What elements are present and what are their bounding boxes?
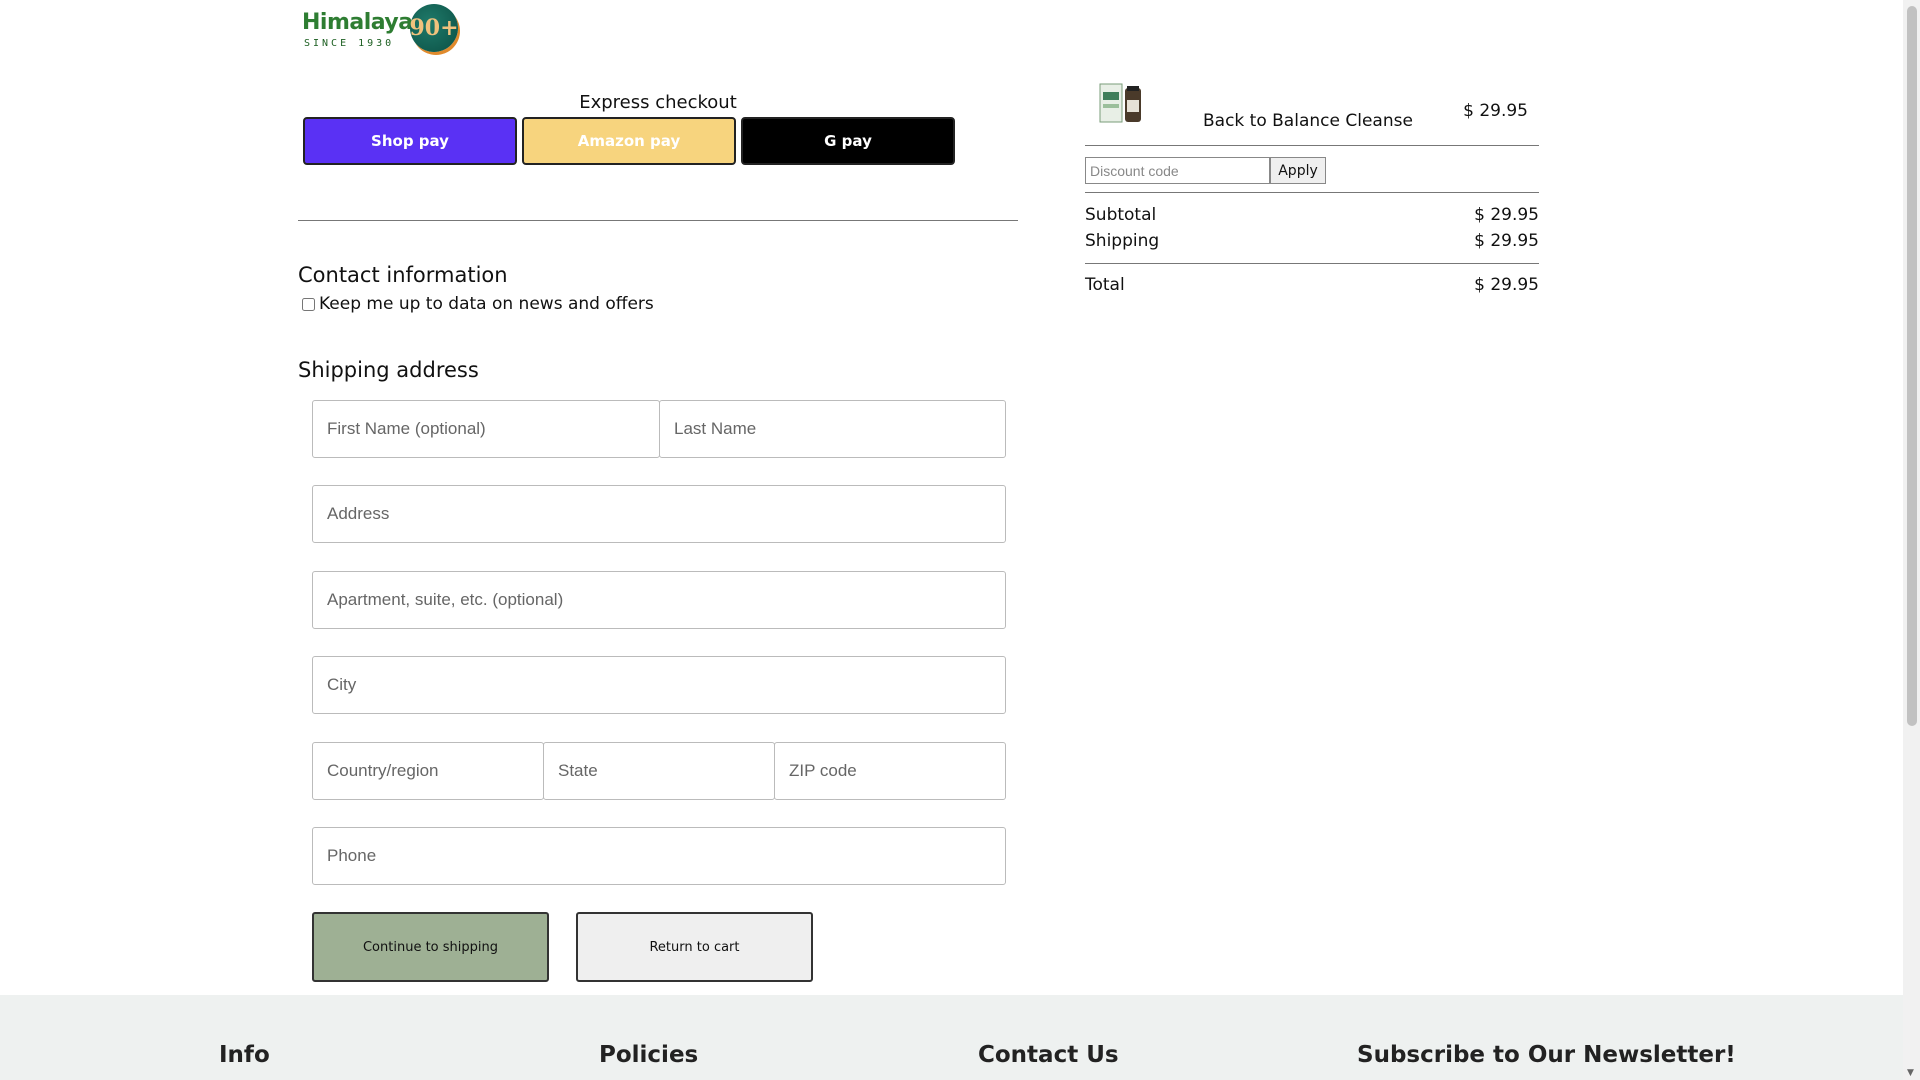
footer-newsletter-heading: Subscribe to Our Newsletter!: [1357, 1042, 1736, 1068]
shipping-label: Shipping: [1085, 231, 1160, 251]
address-field[interactable]: [312, 485, 1006, 543]
footer-info-heading: Info: [219, 1042, 270, 1068]
section-divider: [298, 220, 1018, 221]
state-field[interactable]: [543, 742, 775, 800]
subtotal-value: $ 29.95: [1474, 205, 1539, 225]
brand-logo[interactable]: Himalaya SINCE 1930 90+: [302, 4, 462, 56]
newsletter-checkbox[interactable]: [302, 297, 315, 311]
scroll-down-arrow-icon[interactable]: ▼: [1907, 1068, 1914, 1078]
product-thumbnail: [1099, 83, 1141, 123]
g-pay-button[interactable]: G pay: [741, 117, 955, 165]
logo-since: SINCE 1930: [304, 38, 395, 49]
discount-code-input[interactable]: [1085, 157, 1270, 184]
shipping-value: $ 29.95: [1474, 231, 1539, 251]
subtotal-label: Subtotal: [1085, 205, 1157, 225]
logo-wordmark: Himalaya: [302, 10, 413, 35]
total-label: Total: [1085, 275, 1125, 295]
summary-divider: [1085, 145, 1539, 146]
apply-discount-button[interactable]: Apply: [1270, 157, 1326, 184]
newsletter-option[interactable]: Keep me up to data on news and offers: [302, 294, 654, 314]
shop-pay-button[interactable]: Shop pay: [303, 117, 517, 165]
page-scrollbar[interactable]: ▼: [1903, 0, 1920, 1080]
product-name: Back to Balance Cleanse: [1203, 111, 1413, 131]
apartment-field[interactable]: [312, 571, 1006, 629]
scrollbar-thumb[interactable]: [1907, 6, 1917, 726]
country-region-field[interactable]: [312, 742, 544, 800]
footer-policies-heading: Policies: [599, 1042, 699, 1068]
summary-divider: [1085, 263, 1539, 264]
anniversary-badge: 90+: [409, 4, 459, 52]
last-name-field[interactable]: [659, 400, 1006, 458]
city-field[interactable]: [312, 656, 1006, 714]
zip-code-field[interactable]: [774, 742, 1006, 800]
summary-divider: [1085, 192, 1539, 193]
newsletter-label: Keep me up to data on news and offers: [319, 294, 654, 314]
total-value: $ 29.95: [1474, 275, 1539, 295]
product-price: $ 29.95: [1463, 101, 1528, 121]
return-to-cart-button[interactable]: Return to cart: [576, 912, 813, 982]
footer-contact-heading: Contact Us: [978, 1042, 1119, 1068]
contact-information-title: Contact information: [298, 263, 508, 287]
shipping-address-title: Shipping address: [298, 358, 479, 382]
first-name-field[interactable]: [312, 400, 660, 458]
phone-field[interactable]: [312, 827, 1006, 885]
continue-to-shipping-button[interactable]: Continue to shipping: [312, 912, 549, 982]
amazon-pay-button[interactable]: Amazon pay: [522, 117, 736, 165]
express-checkout-title: Express checkout: [579, 92, 737, 113]
